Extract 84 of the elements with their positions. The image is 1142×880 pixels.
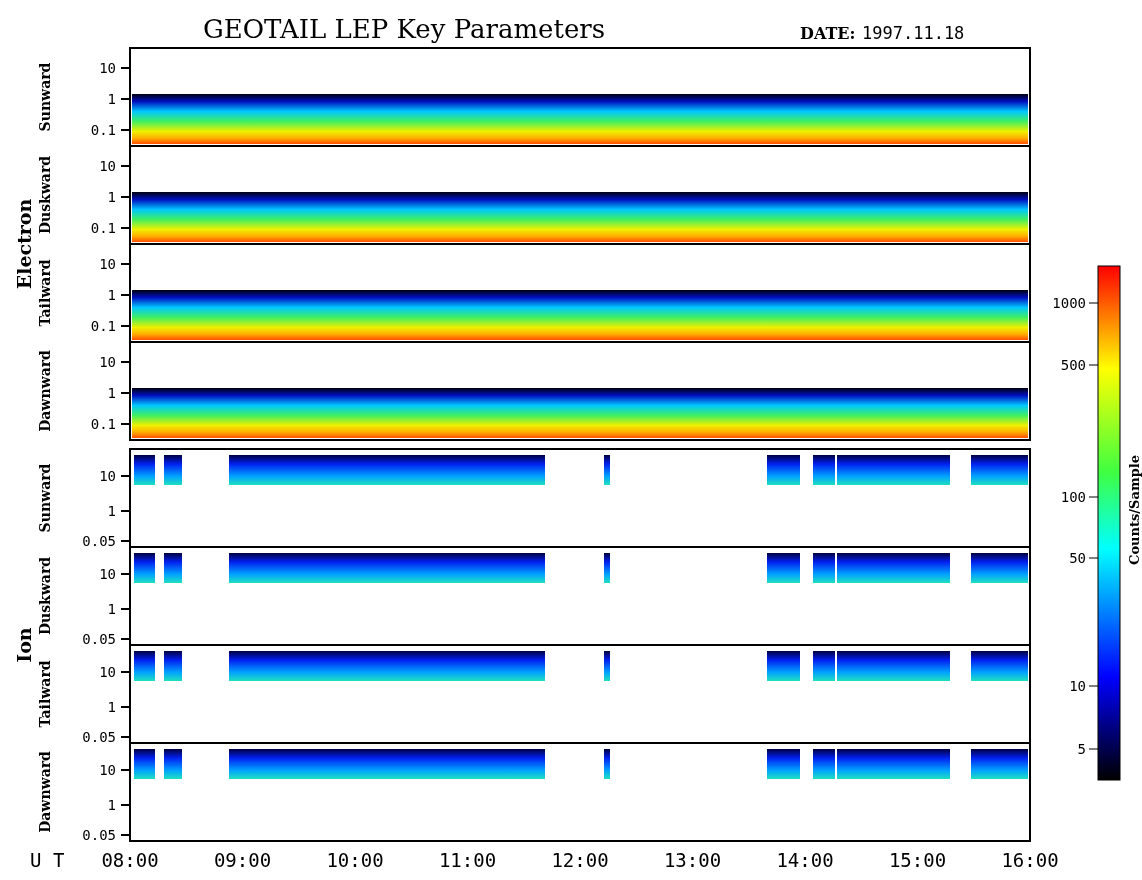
axis-tick-label: 10 (99, 468, 116, 484)
tick-mark (120, 263, 131, 265)
tick-mark (120, 804, 131, 806)
tick-mark (120, 475, 131, 477)
axis-tick-label: 10 (99, 566, 116, 582)
tick-mark (120, 540, 131, 542)
axis-tick-label: 0.05 (82, 827, 116, 843)
time-tick-label: 12:00 (551, 849, 609, 871)
tick-mark (120, 325, 131, 327)
tick-mark (1088, 748, 1099, 750)
tick-mark (1088, 302, 1099, 304)
direction-label: Dawnward (37, 350, 53, 432)
axis-tick-label: 1 (107, 91, 116, 107)
direction-label: Duskward (37, 155, 53, 235)
time-tick-label: 11:00 (438, 849, 497, 871)
tick-mark (120, 196, 131, 198)
plot-title: GEOTAIL LEP Key Parameters (203, 14, 606, 44)
tick-mark (120, 227, 131, 229)
direction-label: Sunward (37, 463, 53, 533)
time-tick-label: 13:00 (663, 849, 722, 871)
tick-mark (1088, 685, 1099, 687)
axis-tick-label: 10 (99, 60, 116, 76)
axis-tick-label: 1 (107, 503, 116, 519)
direction-label: Tailward (37, 259, 53, 327)
tick-mark (120, 165, 131, 167)
time-axis-label: U T (30, 849, 65, 871)
axis-tick-label: 0.1 (90, 220, 116, 236)
tick-mark (120, 671, 131, 673)
colorbar-tick-label: 100 (1060, 489, 1086, 505)
axis-tick-label: 0.1 (90, 122, 116, 138)
axis-tick-label: 0.05 (82, 533, 116, 549)
axis-tick-label: 1 (107, 601, 116, 617)
tick-mark (120, 423, 131, 425)
date-value: 1997.11.18 (862, 23, 965, 43)
colorbar-tick-label: 1000 (1052, 295, 1086, 311)
colorbar-tick-label: 50 (1069, 550, 1086, 566)
direction-label: Sunward (37, 62, 53, 132)
tick-mark (120, 638, 131, 640)
axis-tick-label: 0.05 (82, 729, 116, 745)
tick-mark (120, 706, 131, 708)
time-tick-label: 15:00 (888, 849, 947, 871)
axis-tick-label: 10 (99, 354, 116, 370)
time-tick-label: 09:00 (213, 849, 272, 871)
tick-mark (120, 98, 131, 100)
tick-mark (120, 608, 131, 610)
time-tick-label: 14:00 (776, 849, 834, 871)
colorbar-tick-label: 500 (1060, 357, 1086, 373)
colorbar-tick-label: 10 (1069, 678, 1086, 694)
tick-mark (120, 392, 131, 394)
tick-mark (1088, 496, 1099, 498)
tick-mark (1088, 364, 1099, 366)
time-tick-label: 16:00 (1001, 849, 1059, 871)
time-tick-label: 10:00 (326, 849, 384, 871)
tick-mark (120, 67, 131, 69)
tick-mark (120, 736, 131, 738)
axis-tick-label: 1 (107, 699, 116, 715)
axis-tick-label: 1 (107, 189, 116, 205)
axis-tick-label: 10 (99, 664, 116, 680)
axis-tick-label: 1 (107, 287, 116, 303)
group-label: Ion (13, 627, 35, 663)
direction-label: Tailward (37, 660, 53, 728)
tick-mark (120, 834, 131, 836)
tick-mark (1088, 557, 1099, 559)
tick-mark (120, 129, 131, 131)
time-tick-label: 08:00 (101, 849, 159, 871)
axis-tick-label: 10 (99, 762, 116, 778)
tick-mark (120, 769, 131, 771)
axis-tick-label: 10 (99, 158, 116, 174)
tick-mark (120, 573, 131, 575)
tick-mark (120, 361, 131, 363)
date-label: DATE: (800, 24, 856, 43)
colorbar-label: Counts/Sample (1127, 455, 1142, 565)
axis-tick-label: 1 (107, 385, 116, 401)
axis-tick-label: 1 (107, 797, 116, 813)
axis-tick-label: 0.05 (82, 631, 116, 647)
direction-label: Dawnward (37, 751, 53, 833)
axis-tick-label: 0.1 (90, 416, 116, 432)
colorbar-tick-label: 5 (1077, 741, 1086, 757)
axis-tick-label: 10 (99, 256, 116, 272)
direction-label: Duskward (37, 556, 53, 636)
tick-mark (120, 510, 131, 512)
group-label: Electron (13, 198, 35, 290)
tick-mark (120, 294, 131, 296)
axis-tick-label: 0.1 (90, 318, 116, 334)
